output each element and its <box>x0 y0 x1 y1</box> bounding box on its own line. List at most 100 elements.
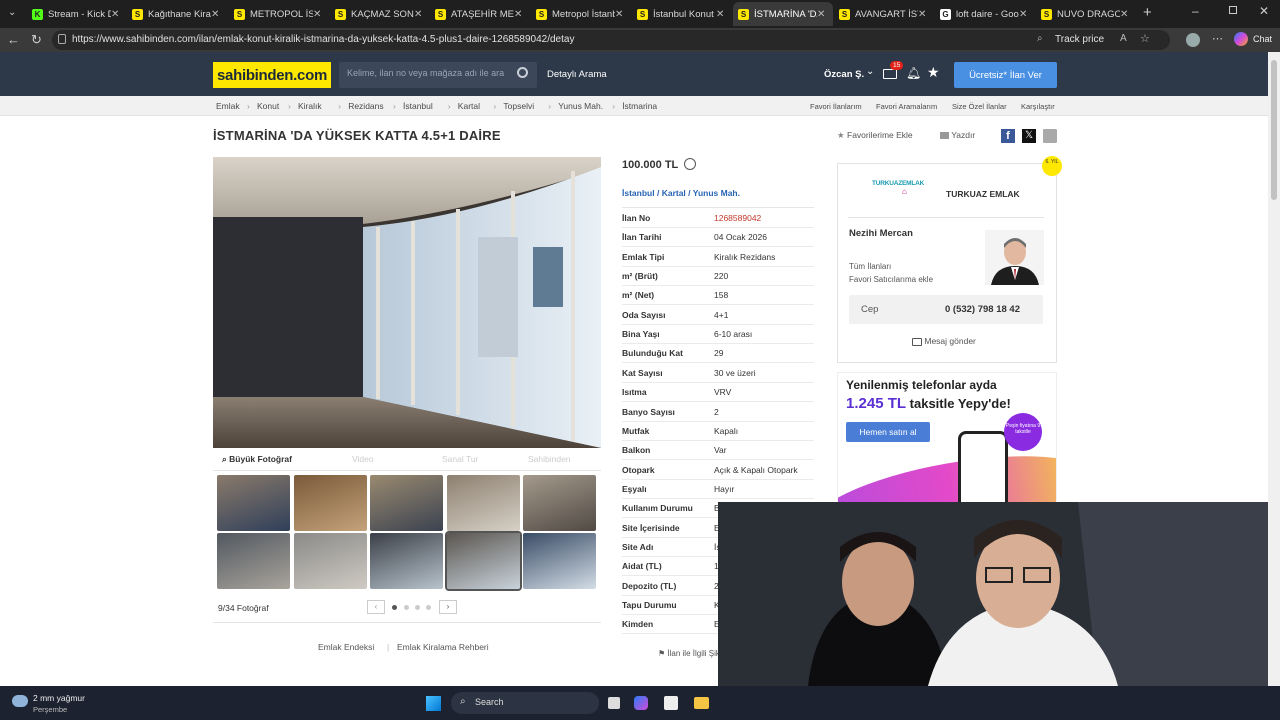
zoom-search-icon[interactable]: ⌕ <box>1037 33 1043 44</box>
post-ad-button[interactable]: Ücretsiz* İlan Ver <box>954 62 1057 88</box>
breadcrumb-item[interactable]: Topselvi <box>503 101 534 111</box>
photo-thumbnail[interactable] <box>523 475 596 531</box>
photo-thumbnail[interactable] <box>217 533 290 589</box>
chat-label[interactable]: Chat <box>1253 34 1272 44</box>
email-share-icon[interactable] <box>1043 129 1057 143</box>
read-aloud-icon[interactable]: A <box>1120 33 1127 44</box>
price-history-icon[interactable] <box>684 158 696 170</box>
photo-thumbnail[interactable] <box>217 475 290 531</box>
photo-thumbnail[interactable] <box>446 475 520 531</box>
bell-icon[interactable]: 🔔︎ <box>906 66 921 80</box>
breadcrumb-item[interactable]: Konut <box>257 101 279 111</box>
breadcrumb-item[interactable]: Rezidans <box>348 101 383 111</box>
site-logo[interactable]: sahibinden.com <box>213 62 331 88</box>
tab-close-icon[interactable]: ✕ <box>514 9 526 20</box>
envelope-icon[interactable] <box>883 69 897 79</box>
close-window-button[interactable]: ✕ <box>1259 4 1269 18</box>
minimize-button[interactable]: – <box>1192 4 1199 18</box>
phone-box[interactable]: Cep 0 (532) 798 18 42 <box>849 295 1043 324</box>
photo-thumbnail[interactable] <box>370 533 443 589</box>
prev-photo-button[interactable]: ‹ <box>367 600 385 614</box>
all-ads-link[interactable]: Tüm İlanları <box>849 262 891 271</box>
breadcrumb-item[interactable]: İstanbul <box>403 101 433 111</box>
location-city[interactable]: İstanbul <box>622 188 655 198</box>
chevron-down-icon[interactable]: ⌄ <box>866 66 874 77</box>
photo-thumbnail[interactable] <box>293 533 367 589</box>
copilot-taskbar-icon[interactable] <box>634 696 648 710</box>
profile-avatar-icon[interactable] <box>1186 33 1200 47</box>
weather-icon[interactable] <box>12 695 28 707</box>
agency-name[interactable]: TURKUAZ EMLAK <box>946 189 1020 199</box>
tab-close-icon[interactable]: ✕ <box>414 9 426 20</box>
photo-pager-dot-2[interactable] <box>404 605 409 610</box>
tab-5[interactable]: S ATAŞEHİR METROPOL✕ <box>430 2 530 26</box>
photo-pager-dot-4[interactable] <box>426 605 431 610</box>
page-scrollbar[interactable] <box>1268 52 1280 686</box>
favorite-add-link[interactable]: ★ Favorilerime Ekle <box>837 130 913 141</box>
photo-tab-virtual-tour[interactable]: Sanal Tur <box>442 454 478 464</box>
main-photo[interactable] <box>213 157 601 448</box>
photo-thumbnail[interactable] <box>370 475 443 531</box>
search-icon[interactable] <box>517 67 528 78</box>
next-photo-button[interactable]: › <box>439 600 457 614</box>
tab-close-icon[interactable]: ✕ <box>211 9 223 20</box>
tab-list-chevron-icon[interactable]: ⌄ <box>8 7 16 18</box>
header-link-4[interactable]: Karşılaştır <box>1021 102 1055 111</box>
copilot-icon[interactable] <box>1234 32 1248 46</box>
header-link-3[interactable]: Size Özel İlanlar <box>952 102 1007 111</box>
photo-tab-video[interactable]: Video <box>352 454 374 464</box>
tab-7[interactable]: S İstanbul Konut Fiyat✕ <box>632 2 732 26</box>
favorite-star-icon[interactable]: ☆ <box>1140 32 1150 45</box>
realestate-index-link[interactable]: Emlak Endeksi <box>318 642 374 652</box>
tab-10[interactable]: Gloft daire - Google✕ <box>935 2 1035 26</box>
header-link-1[interactable]: Favori İlanlarım <box>810 102 862 111</box>
header-link-2[interactable]: Favori Aramalarım <box>876 102 937 111</box>
favorite-seller-link[interactable]: Favori Satıcılarıma ekle <box>849 275 933 284</box>
photo-thumbnail[interactable] <box>293 475 367 531</box>
tab-11[interactable]: S NUVO DRAGOS SATILIK✕ <box>1036 2 1136 26</box>
photo-pager-dot-3[interactable] <box>415 605 420 610</box>
tab-6[interactable]: S Metropol İstanbul✕ <box>531 2 631 26</box>
tab-close-icon[interactable]: ✕ <box>1019 9 1031 20</box>
tab-close-icon[interactable]: ✕ <box>716 9 728 20</box>
photo-thumbnail[interactable] <box>523 533 596 589</box>
detail-value[interactable]: 1268589042 <box>714 213 761 223</box>
tab-close-icon[interactable]: ✕ <box>313 9 325 20</box>
tab-close-icon[interactable]: ✕ <box>615 9 627 20</box>
tab-close-icon[interactable]: ✕ <box>918 9 930 20</box>
tab-2[interactable]: S Kağıthane Kiralık✕ <box>127 2 227 26</box>
user-menu[interactable]: Özcan Ş. <box>824 69 864 80</box>
location-neighborhood[interactable]: Yunus Mah. <box>693 188 740 198</box>
photo-tab-owner[interactable]: Sahibinden <box>528 454 571 464</box>
breadcrumb-item[interactable]: İstmarina <box>622 101 657 111</box>
search-box[interactable] <box>339 62 537 88</box>
task-view-icon[interactable] <box>608 697 620 709</box>
photo-pager-dot-1[interactable] <box>392 605 397 610</box>
store-icon[interactable] <box>664 696 678 710</box>
tab-9[interactable]: S AVANGART İSTANBUL✕ <box>834 2 934 26</box>
print-link[interactable]: Yazdır <box>940 130 975 140</box>
facebook-share-icon[interactable]: f <box>1001 129 1015 143</box>
agency-logo[interactable]: TURKUAZEMLAK ⌂ <box>872 180 942 202</box>
breadcrumb-item[interactable]: Kiralık <box>298 101 322 111</box>
location-district[interactable]: Kartal <box>662 188 686 198</box>
tab-4[interactable]: S KAÇMAZ SON FIRSAT✕ <box>330 2 430 26</box>
tab-3[interactable]: S METROPOL İSTANBUL✕ <box>229 2 329 26</box>
breadcrumb-item[interactable]: Kartal <box>458 101 480 111</box>
track-price-label[interactable]: Track price <box>1055 34 1104 45</box>
site-info-icon[interactable] <box>58 34 66 44</box>
url-field[interactable]: https://www.sahibinden.com/ilan/emlak-ko… <box>52 30 1170 50</box>
breadcrumb-item[interactable]: Yunus Mah. <box>558 101 603 111</box>
restore-button[interactable] <box>1229 6 1237 14</box>
breadcrumb-item[interactable]: Emlak <box>216 101 240 111</box>
detailed-search-link[interactable]: Detaylı Arama <box>547 69 607 80</box>
photo-tab-large[interactable]: ⌕ Büyük Fotoğraf <box>222 454 292 465</box>
photo-thumbnail[interactable] <box>444 531 522 591</box>
rental-guide-link[interactable]: Emlak Kiralama Rehberi <box>397 642 489 652</box>
ad-cta-button[interactable]: Hemen satın al <box>846 422 930 442</box>
file-explorer-icon[interactable] <box>694 697 709 709</box>
x-share-icon[interactable]: 𝕏 <box>1022 129 1036 143</box>
back-arrow-icon[interactable]: ← <box>7 33 20 47</box>
new-tab-button[interactable]: + <box>1143 4 1152 21</box>
send-message-link[interactable]: Mesaj gönder <box>912 336 976 346</box>
